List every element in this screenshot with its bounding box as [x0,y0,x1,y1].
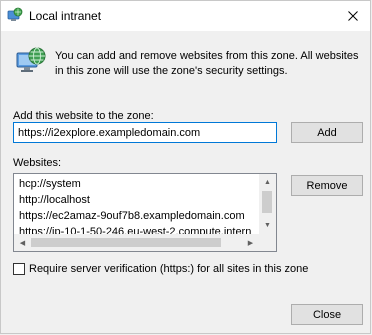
window-title: Local intranet [29,9,102,23]
websites-label: Websites: [13,157,62,169]
scroll-corner [259,234,276,251]
remove-button[interactable]: Remove [291,175,363,196]
scroll-down-icon[interactable]: ▼ [259,217,276,234]
vertical-scroll-thumb[interactable] [262,191,272,213]
server-verification-label: Require server verification (https:) for… [29,263,309,275]
close-icon[interactable] [342,5,364,27]
vertical-scrollbar[interactable]: ▲ ▼ [259,174,276,234]
list-item[interactable]: hcp://system [14,176,259,192]
close-button[interactable]: Close [291,304,363,325]
horizontal-scrollbar[interactable]: ◀ ▶ [14,234,259,251]
globe-computer-icon [15,45,47,77]
server-verification-row[interactable]: Require server verification (https:) for… [13,263,308,275]
websites-list: hcp://system http://localhost https://ec… [14,176,259,234]
local-intranet-dialog: Local intranet You can add and remove we… [0,0,371,334]
list-item[interactable]: https://ip-10-1-50-246.eu-west-2.compute… [14,224,259,234]
websites-listbox[interactable]: hcp://system http://localhost https://ec… [13,173,277,252]
server-verification-checkbox[interactable] [13,263,25,275]
title-bar: Local intranet [1,1,370,31]
list-item[interactable]: http://localhost [14,192,259,208]
add-button[interactable]: Add [291,122,363,143]
scroll-right-icon[interactable]: ▶ [242,234,259,251]
scroll-up-icon[interactable]: ▲ [259,174,276,191]
scroll-left-icon[interactable]: ◀ [14,234,31,251]
intro-text: You can add and remove websites from thi… [55,50,359,77]
add-website-label: Add this website to the zone: [13,110,154,122]
intranet-icon [7,7,23,23]
horizontal-scroll-thumb[interactable] [31,238,221,247]
list-item[interactable]: https://ec2amaz-9ouf7b8.exampledomain.co… [14,208,259,224]
website-url-input[interactable] [13,122,277,143]
